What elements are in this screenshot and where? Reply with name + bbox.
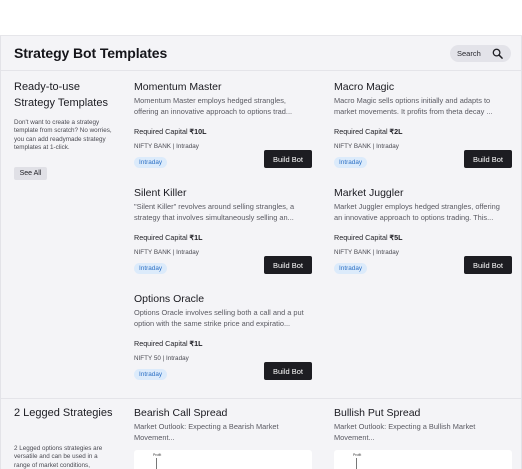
build-bot-button[interactable]: Build Bot [264,256,312,274]
build-bot-button[interactable]: Build Bot [464,256,512,274]
required-capital: Required Capital ₹10L [134,127,207,136]
intraday-tag: Intraday [334,263,368,274]
ready-section-title: Ready-to-use Strategy Templates [14,81,108,109]
intraday-tag: Intraday [134,263,168,274]
card-title: Momentum Master [134,81,222,93]
intraday-tag: Intraday [134,157,168,168]
required-capital: Required Capital ₹5L [334,233,403,242]
capital-label: Required Capital [134,127,188,136]
card-title: Market Juggler [334,187,404,199]
ready-section-description: Don't want to create a strategy template… [14,119,112,151]
card-title: Silent Killer [134,187,187,199]
template-card-macro-magic[interactable]: Macro Magic Macro Magic sells options in… [334,81,512,181]
card-description: "Silent Killer" revolves around selling … [134,202,295,222]
card-description: Market Juggler employs hedged strangles,… [334,202,500,222]
card-meta: NIFTY BANK | Intraday [134,249,199,256]
card-description: Market Outlook: Expecting a Bearish Mark… [134,422,279,442]
capital-label: Required Capital [334,233,388,242]
card-meta: NIFTY BANK | Intraday [334,143,399,150]
section-divider [1,398,521,399]
intraday-tag: Intraday [334,157,368,168]
capital-value: ₹1L [189,233,203,242]
card-meta: NIFTY BANK | Intraday [134,143,199,150]
template-card-momentum-master[interactable]: Momentum Master Momentum Master employs … [134,81,312,181]
header: Strategy Bot Templates Search [1,36,521,70]
legged-section-title: 2 Legged Strategies [14,407,113,419]
build-bot-button[interactable]: Build Bot [264,362,312,380]
card-description: Macro Magic sells options initially and … [334,96,493,116]
template-card-options-oracle[interactable]: Options Oracle Options Oracle involves s… [134,293,312,393]
chart-axis [156,458,157,469]
payoff-chart-preview: Profit [134,450,312,469]
card-title: Bearish Call Spread [134,407,228,419]
templates-window: Strategy Bot Templates Search Ready-to-u… [0,35,522,469]
chart-axis [356,458,357,469]
card-meta: NIFTY BANK | Intraday [334,249,399,256]
search-icon [492,48,503,59]
page-title: Strategy Bot Templates [14,45,168,61]
profit-axis-label: Profit [353,453,362,457]
intraday-tag: Intraday [134,369,168,380]
see-all-button[interactable]: See All [14,167,47,180]
capital-value: ₹5L [389,233,403,242]
template-card-market-juggler[interactable]: Market Juggler Market Juggler employs he… [334,187,512,287]
search-button[interactable]: Search [450,45,511,62]
card-description: Options Oracle involves selling both a c… [134,308,304,328]
card-title: Macro Magic [334,81,395,93]
payoff-chart-preview: Profit [334,450,512,469]
card-title: Bullish Put Spread [334,407,421,419]
header-divider [1,70,521,71]
card-title: Options Oracle [134,293,205,305]
strategy-card-bearish-call-spread[interactable]: Bearish Call Spread Market Outlook: Expe… [134,407,312,447]
capital-label: Required Capital [134,339,188,348]
required-capital: Required Capital ₹1L [134,233,203,242]
required-capital: Required Capital ₹2L [334,127,403,136]
build-bot-button[interactable]: Build Bot [464,150,512,168]
capital-value: ₹10L [189,127,207,136]
capital-label: Required Capital [134,233,188,242]
card-description: Market Outlook: Expecting a Bullish Mark… [334,422,476,442]
template-card-silent-killer[interactable]: Silent Killer "Silent Killer" revolves a… [134,187,312,287]
strategy-card-bullish-put-spread[interactable]: Bullish Put Spread Market Outlook: Expec… [334,407,512,447]
capital-label: Required Capital [334,127,388,136]
required-capital: Required Capital ₹1L [134,339,203,348]
card-description: Momentum Master employs hedged strangles… [134,96,293,116]
capital-value: ₹1L [189,339,203,348]
search-label: Search [457,49,481,58]
profit-axis-label: Profit [153,453,162,457]
card-meta: NIFTY 50 | Intraday [134,355,189,362]
legged-section-description: 2 Legged options strategies are versatil… [14,445,103,469]
capital-value: ₹2L [389,127,403,136]
build-bot-button[interactable]: Build Bot [264,150,312,168]
